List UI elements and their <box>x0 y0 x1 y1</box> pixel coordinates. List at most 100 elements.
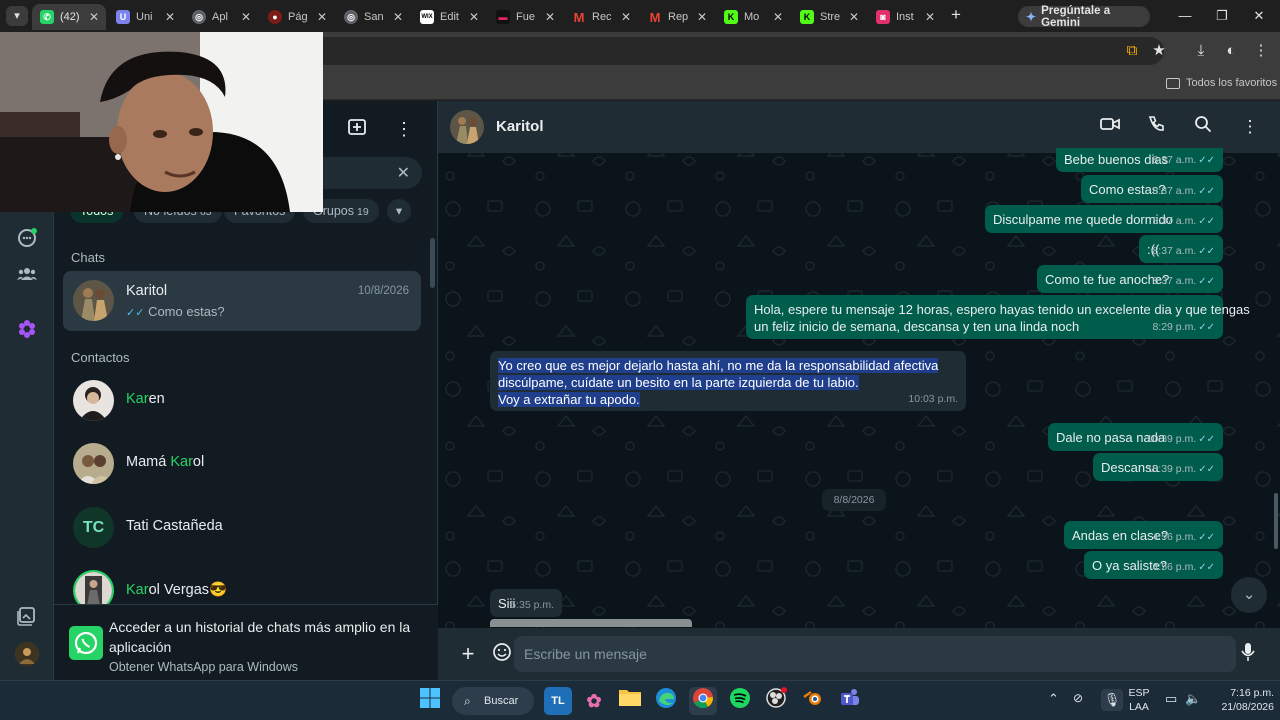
close-icon[interactable]: ✕ <box>770 10 786 24</box>
all-bookmarks-folder[interactable]: Todos los favoritos <box>1166 77 1277 89</box>
chat-list-scrollbar[interactable] <box>430 238 435 288</box>
read-ticks-icon: ✓✓ <box>126 307 145 319</box>
contact-item[interactable]: Mamá Karol <box>63 434 421 494</box>
close-icon[interactable]: ✕ <box>86 10 102 24</box>
meta-ai-icon[interactable] <box>15 318 39 342</box>
close-icon[interactable]: ✕ <box>162 10 178 24</box>
message-bubble-outgoing[interactable]: Como te fue anoche? 8:37 a.m. ✓✓ <box>1037 265 1223 293</box>
mic-muted-icon[interactable]: 🎙 <box>1101 689 1123 711</box>
file-explorer-icon[interactable] <box>616 687 644 715</box>
message-bubble-outgoing[interactable]: :(( 8:37 a.m. ✓✓ <box>1139 235 1223 263</box>
contact-item[interactable]: TC Tati Castañeda <box>63 498 421 558</box>
tab-san[interactable]: ◎ San ✕ <box>336 4 410 30</box>
tab-stre[interactable]: K Stre ✕ <box>792 4 866 30</box>
voice-call-icon[interactable] <box>1144 115 1168 139</box>
chat-header[interactable]: Karitol ⋮ <box>438 101 1280 153</box>
media-gallery-icon[interactable] <box>15 606 39 630</box>
spotify-icon[interactable] <box>726 687 754 715</box>
read-ticks-icon: ✓✓ <box>1198 322 1215 333</box>
edge-icon[interactable] <box>652 687 680 715</box>
message-bubble-outgoing[interactable]: Dale no pasa nada 10:39 p.m. ✓✓ <box>1048 423 1223 451</box>
close-icon[interactable]: ✕ <box>314 10 330 24</box>
status-icon[interactable] <box>15 227 39 251</box>
chat-item-karitol[interactable]: Karitol 10/8/2026 ✓✓ Como estas? <box>63 271 421 331</box>
close-icon[interactable]: ✕ <box>922 10 938 24</box>
new-chat-icon[interactable] <box>345 117 369 141</box>
close-icon[interactable]: ✕ <box>390 10 406 24</box>
tab-rep[interactable]: M Rep ✕ <box>640 4 714 30</box>
microphone-icon[interactable] <box>1236 642 1260 666</box>
download-app-banner[interactable]: Acceder a un historial de chats más ampl… <box>54 604 438 680</box>
tab-rec[interactable]: M Rec ✕ <box>564 4 638 30</box>
taskbar-search[interactable]: ⌕ Buscar <box>452 687 534 715</box>
close-icon[interactable]: ✕ <box>542 10 558 24</box>
chat-scrollbar[interactable] <box>1274 493 1278 549</box>
video-call-icon[interactable] <box>1098 115 1122 139</box>
new-tab-button[interactable]: + <box>946 6 966 26</box>
copilot-icon[interactable]: ✿ <box>580 687 608 715</box>
communities-icon[interactable] <box>15 263 39 287</box>
message-bubble-incoming[interactable]: Yo creo que es mejor dejarlo hasta ahí, … <box>490 351 966 411</box>
avatar[interactable] <box>450 110 484 144</box>
close-icon[interactable]: ✕ <box>846 10 862 24</box>
message-bubble-outgoing[interactable]: Disculpame me quede dormido 8:37 a.m. ✓✓ <box>985 205 1223 233</box>
wix-icon: WIX <box>420 10 434 24</box>
avatar <box>73 443 114 484</box>
minimize-button[interactable]: — <box>1170 6 1200 26</box>
message-bubble-outgoing[interactable]: Como estas? 8:37 a.m. ✓✓ <box>1081 175 1223 203</box>
scroll-down-chevron-icon[interactable]: ⌄ <box>1231 577 1267 613</box>
message-bubble-incoming[interactable]: Siii 5:35 p.m. <box>490 589 562 617</box>
message-bubble-outgoing[interactable]: O ya saliste? 4:56 p.m. ✓✓ <box>1084 551 1223 579</box>
image-message-preview[interactable] <box>490 619 692 627</box>
download-icon[interactable]: ⤓ <box>1190 40 1212 62</box>
system-clock[interactable]: 7:16 p.m. 21/08/2026 <box>1204 686 1274 714</box>
tab-search-button[interactable]: ▾ <box>6 6 28 26</box>
chat-title[interactable]: Karitol <box>496 118 544 135</box>
clear-search-icon[interactable]: ✕ <box>397 163 410 183</box>
browser-menu-icon[interactable]: ⋮ <box>1250 40 1272 62</box>
menu-icon[interactable]: ⋮ <box>392 117 416 141</box>
close-icon[interactable]: ✕ <box>466 10 482 24</box>
chrome-icon[interactable] <box>689 687 717 715</box>
tab-mo[interactable]: K Mo ✕ <box>716 4 790 30</box>
maximize-button[interactable]: ❐ <box>1207 6 1237 26</box>
attach-plus-icon[interactable]: + <box>456 642 480 666</box>
gemini-button[interactable]: ✦ Pregúntale a Gemini <box>1018 5 1150 29</box>
tray-chevron-up-icon[interactable]: ⌃ <box>1048 691 1059 707</box>
message-bubble-outgoing[interactable]: Descansa 10:39 p.m. ✓✓ <box>1093 453 1223 481</box>
bookmark-star-icon[interactable]: ★ <box>1148 40 1170 62</box>
display-icon[interactable]: ▭ <box>1165 691 1177 707</box>
network-off-icon[interactable]: ⊘ <box>1073 691 1083 705</box>
close-icon[interactable]: ✕ <box>238 10 254 24</box>
tab-fue[interactable]: ▬ Fue ✕ <box>488 4 562 30</box>
message-bubble-outgoing[interactable]: Bebe buenos dias 8:37 a.m. ✓✓ <box>1056 148 1223 172</box>
message-bubble-outgoing[interactable]: Andas en clase? 4:56 p.m. ✓✓ <box>1064 521 1223 549</box>
emoji-sticker-icon[interactable] <box>490 642 514 666</box>
profile-avatar[interactable] <box>15 642 39 666</box>
tab-apl[interactable]: ◎ Apl ✕ <box>184 4 258 30</box>
tab-inst[interactable]: ◙ Inst ✕ <box>868 4 942 30</box>
profile-avatar[interactable]: ◐ <box>1220 40 1242 62</box>
message-input[interactable]: Escribe un mensaje <box>514 636 1236 672</box>
tab-pag[interactable]: ● Pág ✕ <box>260 4 334 30</box>
teams-icon[interactable] <box>836 687 864 715</box>
search-icon[interactable] <box>1191 115 1215 139</box>
tab-edit[interactable]: WIX Edit ✕ <box>412 4 486 30</box>
filter-more-chevron-icon[interactable]: ▾ <box>387 199 411 223</box>
blender-icon[interactable] <box>799 687 827 715</box>
close-icon[interactable]: ✕ <box>618 10 634 24</box>
contact-item[interactable]: Karen <box>63 371 421 431</box>
window-close-button[interactable]: ✕ <box>1244 6 1274 26</box>
volume-icon[interactable]: 🔈 <box>1185 691 1201 707</box>
start-windows-icon[interactable] <box>416 687 444 715</box>
message-bubble-outgoing[interactable]: Hola, espere tu mensaje 12 horas, espero… <box>746 295 1250 339</box>
obs-icon[interactable] <box>762 687 790 715</box>
install-app-icon[interactable]: ⧉ <box>1121 40 1143 62</box>
chat-menu-icon[interactable]: ⋮ <box>1238 115 1262 139</box>
tab-unicaribe[interactable]: U Uni ✕ <box>108 4 182 30</box>
close-icon[interactable]: ✕ <box>694 10 710 24</box>
tl-app-icon[interactable]: TL <box>544 687 572 715</box>
tab-whatsapp[interactable]: ✆ (42) ✕ <box>32 4 106 30</box>
address-bar[interactable] <box>300 37 1164 65</box>
input-language-indicator[interactable]: ESP LAA <box>1124 686 1154 714</box>
